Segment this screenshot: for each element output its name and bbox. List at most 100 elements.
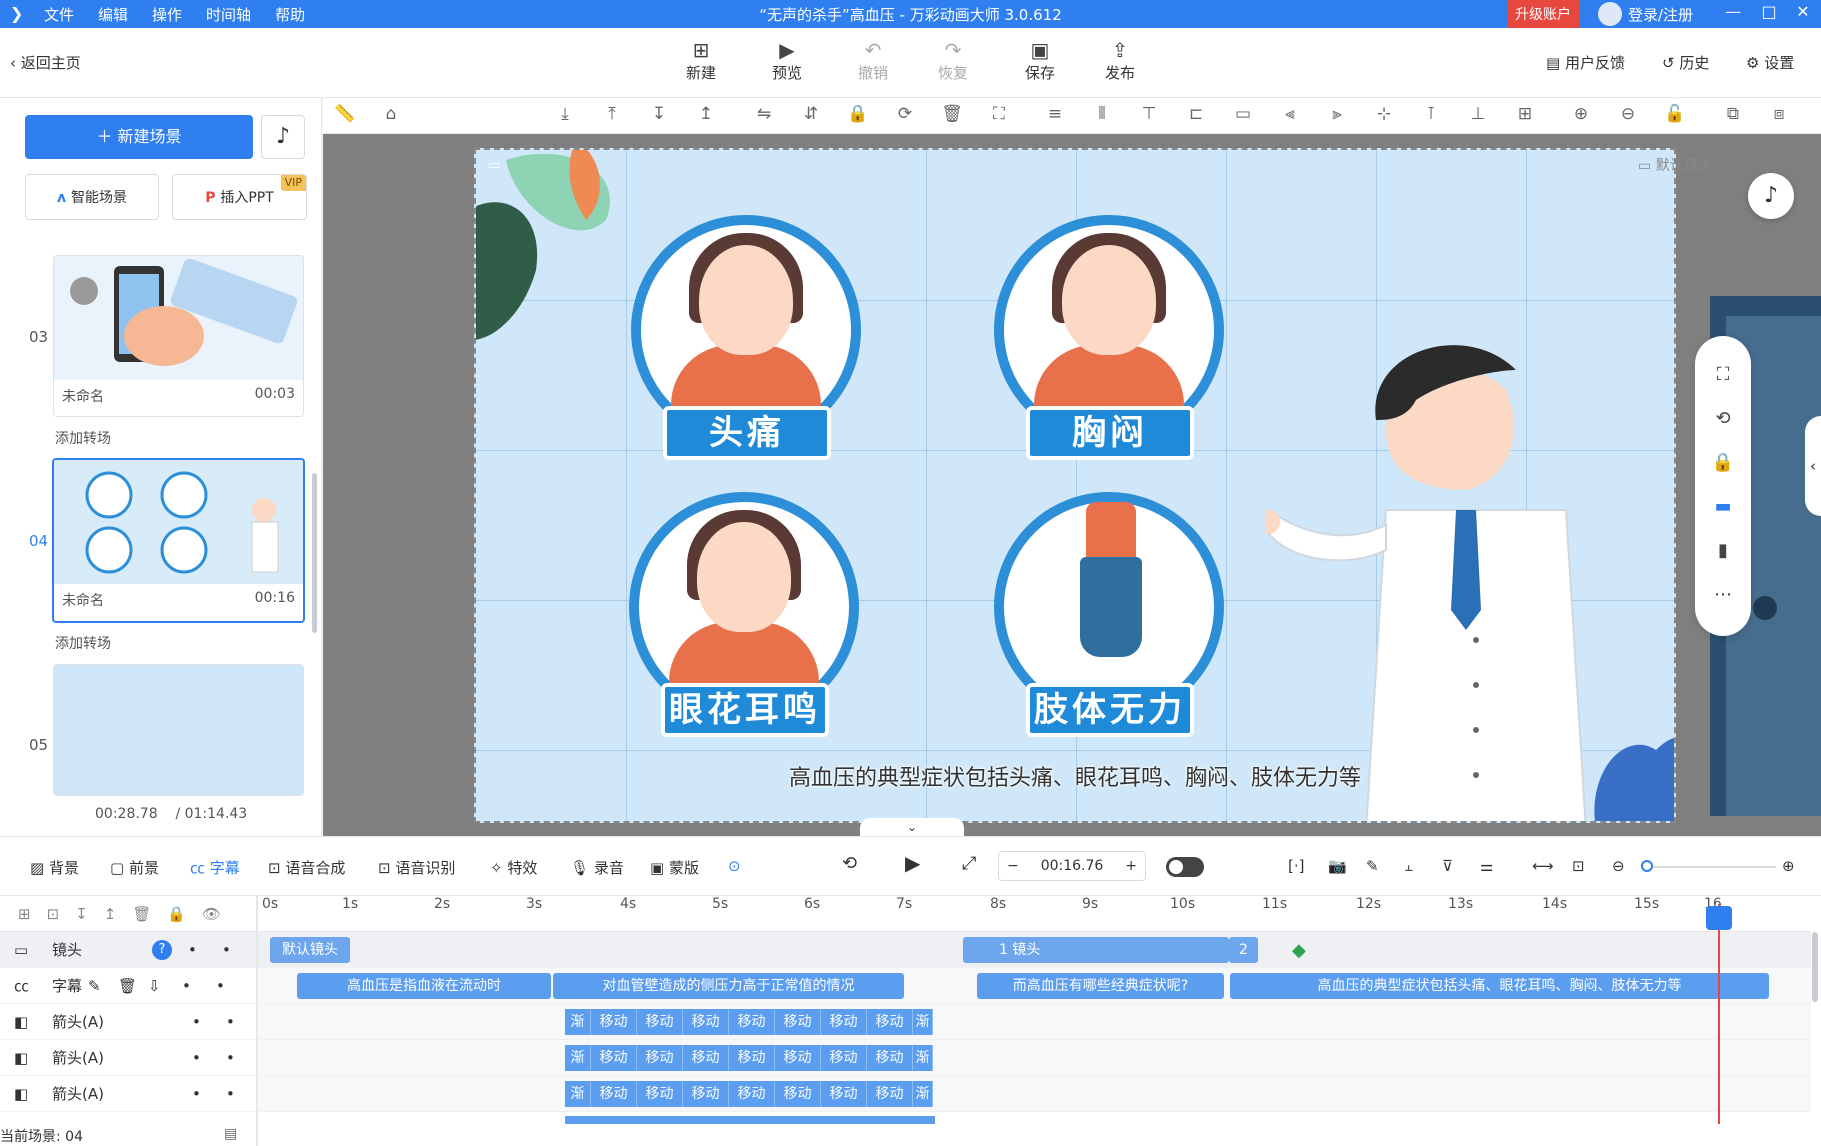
move-clip[interactable]: 移动: [637, 1081, 683, 1107]
move-clip[interactable]: 移动: [867, 1045, 913, 1071]
distribute-icon[interactable]: ▭: [1231, 104, 1255, 124]
move-clip[interactable]: 移动: [591, 1045, 637, 1071]
add-track-icon[interactable]: ⊡: [47, 905, 60, 923]
zoom-in-icon[interactable]: ⊕: [1782, 857, 1795, 875]
playhead[interactable]: [1718, 904, 1720, 1124]
bottom-edge-icon[interactable]: ⊥: [1466, 104, 1490, 124]
move-clip[interactable]: 移动: [729, 1081, 775, 1107]
edit-icon[interactable]: ✎: [1366, 857, 1379, 875]
dot-icon[interactable]: •: [216, 977, 225, 995]
effects-tool[interactable]: ✧ 特效: [490, 857, 537, 878]
camera-clip[interactable]: 2: [1229, 937, 1258, 963]
scene-stage[interactable]: 头痛 胸闷 眼花耳鸣 肢体无力 ▭ 高血压的典型症状包括头痛、眼花耳鸣、胸闷、肢…: [474, 148, 1676, 823]
crop-icon[interactable]: ⛶: [987, 104, 1011, 124]
info-icon[interactable]: ▤: [224, 1126, 237, 1142]
move-clip[interactable]: 移动: [729, 1009, 775, 1035]
move-clip[interactable]: 移动: [637, 1009, 683, 1035]
time-stepper[interactable]: − 00:16.76 +: [998, 851, 1146, 881]
edit-icon[interactable]: ✎: [88, 977, 118, 995]
fullscreen-icon[interactable]: ⤢: [962, 853, 976, 874]
subtitle-clip[interactable]: 而高血压有哪些经典症状呢?: [977, 973, 1224, 999]
add-transition-link[interactable]: 添加转场: [55, 633, 111, 653]
copy-icon[interactable]: ⧉: [1721, 104, 1745, 124]
home-icon[interactable]: ⌂: [379, 104, 403, 124]
redo-button[interactable]: ↷ 恢复: [923, 38, 983, 83]
fade-out-clip[interactable]: 渐: [913, 1009, 933, 1035]
align-middle-icon[interactable]: ⦀: [1090, 104, 1114, 124]
top-edge-icon[interactable]: ⊺: [1419, 104, 1443, 124]
snapshot-icon[interactable]: 📷: [1328, 857, 1347, 875]
dot-icon[interactable]: •: [192, 1049, 226, 1067]
camera-clip[interactable]: 默认镜头: [270, 937, 350, 963]
move-bottom-icon[interactable]: ⤓: [553, 104, 577, 124]
fade-in-clip[interactable]: 渐: [565, 1045, 591, 1071]
mask-tool[interactable]: ▣ 蒙版: [650, 857, 699, 878]
move-clip[interactable]: 移动: [591, 1009, 637, 1035]
zoom-out-icon[interactable]: ⊖: [1616, 104, 1640, 124]
align-top-icon[interactable]: ⊤: [1137, 104, 1161, 124]
eye-icon[interactable]: 👁: [202, 905, 221, 923]
dot-icon[interactable]: •: [222, 941, 231, 959]
plus-icon[interactable]: +: [1125, 858, 1137, 874]
record-tool[interactable]: 🎙 录音: [570, 857, 624, 878]
ruler-icon[interactable]: 📏: [333, 104, 357, 124]
more-icon[interactable]: ⋯: [1695, 584, 1751, 605]
track-subtitle[interactable]: 高血压是指血液在流动时 对血管壁造成的侧压力高于正常值的情况 而高血压有哪些经典…: [258, 968, 1811, 1004]
move-down-icon[interactable]: ↧: [75, 905, 88, 923]
move-clip[interactable]: 移动: [683, 1045, 729, 1071]
help-icon[interactable]: ?: [152, 939, 172, 960]
add-keyframe-icon[interactable]: ◆: [1292, 940, 1306, 961]
move-clip[interactable]: 移动: [637, 1045, 683, 1071]
track-header-arrow[interactable]: ◧ 箭头(A) • •: [0, 1004, 257, 1040]
timeline-scrollbar[interactable]: [1812, 932, 1818, 1002]
landscape-icon[interactable]: ▬: [1695, 496, 1751, 517]
move-clip[interactable]: 移动: [775, 1009, 821, 1035]
upgrade-button[interactable]: 升级账户: [1507, 0, 1579, 28]
subtitle-clip[interactable]: 对血管壁造成的侧压力高于正常值的情况: [553, 973, 904, 999]
minimize-icon[interactable]: —: [1718, 2, 1748, 21]
move-clip[interactable]: 移动: [867, 1081, 913, 1107]
subtitle-clip[interactable]: 高血压的典型症状包括头痛、眼花耳鸣、胸闷、肢体无力等: [1230, 973, 1769, 999]
play-icon[interactable]: ▶: [905, 851, 920, 875]
camera-clip[interactable]: 1 镜头: [963, 937, 1229, 963]
move-clip[interactable]: 移动: [867, 1009, 913, 1035]
scene-card-05[interactable]: [53, 664, 304, 796]
unlock-icon[interactable]: 🔓: [1663, 104, 1687, 124]
align-right-edge-icon[interactable]: ⫸: [1325, 104, 1349, 124]
move-clip[interactable]: 移动: [821, 1009, 867, 1035]
center-h-icon[interactable]: ⊹: [1372, 104, 1396, 124]
track-header-arrow[interactable]: ◧ 箭头(A) • •: [0, 1040, 257, 1076]
dot-icon[interactable]: •: [192, 1013, 226, 1031]
zoom-out-icon[interactable]: ⊖: [1612, 857, 1625, 875]
feedback-button[interactable]: ▤ 用户反馈: [1546, 52, 1625, 73]
fit-screen-icon[interactable]: ⛶: [1695, 364, 1751, 385]
import-icon[interactable]: ⇩: [148, 977, 182, 995]
speech-recognition-tool[interactable]: ⊡ 语音识别: [378, 857, 455, 878]
filter-icon[interactable]: ⊽: [1442, 857, 1453, 875]
move-clip[interactable]: 移动: [775, 1045, 821, 1071]
zoom-slider[interactable]: [1646, 866, 1776, 868]
lock-icon[interactable]: 🔒: [1695, 452, 1751, 473]
publish-button[interactable]: ⇪ 发布: [1090, 38, 1150, 83]
insert-ppt-button[interactable]: P 插入PPT VIP: [172, 174, 307, 220]
settings-button[interactable]: ⚙ 设置: [1746, 52, 1794, 73]
zoom-slider-thumb[interactable]: [1641, 860, 1653, 872]
bracket-icon[interactable]: [·]: [1288, 857, 1304, 875]
add-transition-link[interactable]: 添加转场: [55, 428, 111, 448]
dot-icon[interactable]: •: [226, 1085, 235, 1103]
dot-icon[interactable]: •: [226, 1013, 235, 1031]
playhead-handle[interactable]: [1706, 906, 1732, 930]
stage-subtitle[interactable]: 高血压的典型症状包括头痛、眼花耳鸣、胸闷、肢体无力等: [476, 760, 1674, 792]
move-clip[interactable]: 移动: [683, 1009, 729, 1035]
split-icon[interactable]: ⫠: [1404, 857, 1413, 875]
move-down-icon[interactable]: ↧: [647, 104, 671, 124]
camera-rotate-icon[interactable]: ⟲: [1695, 408, 1751, 429]
portrait-icon[interactable]: ▮: [1695, 540, 1751, 561]
lock-icon[interactable]: 🔒: [167, 905, 186, 923]
delete-icon[interactable]: 🗑: [940, 104, 964, 124]
chevron-down-icon[interactable]: ⌄: [860, 818, 964, 836]
music-note-icon[interactable]: ♪: [261, 115, 305, 159]
close-icon[interactable]: ✕: [1788, 2, 1818, 21]
history-button[interactable]: ↺ 历史: [1662, 52, 1709, 73]
move-clip[interactable]: 移动: [821, 1081, 867, 1107]
